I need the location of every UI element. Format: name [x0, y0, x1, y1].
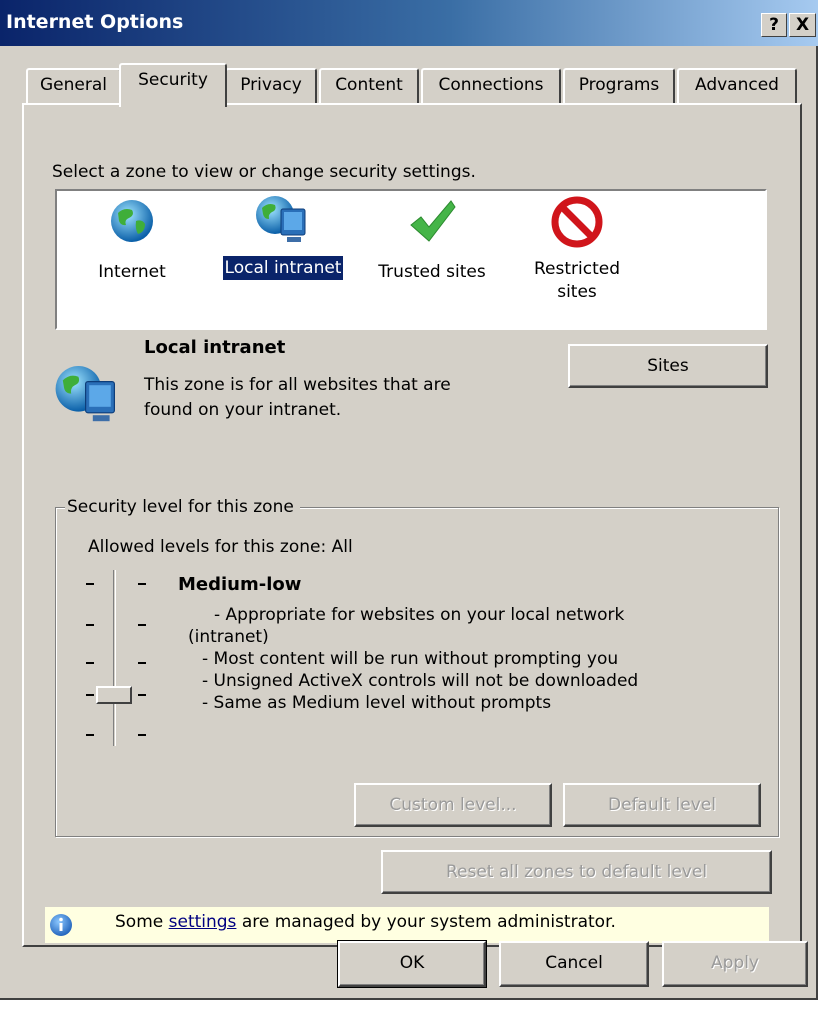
- admin-info-text: Some settings are managed by your system…: [115, 912, 616, 932]
- globe-computer-icon: [256, 196, 306, 242]
- help-button[interactable]: ?: [761, 13, 787, 37]
- slider-tick-left-3: [86, 662, 94, 664]
- reset-all-zones-button[interactable]: Reset all zones to default level: [381, 850, 772, 894]
- slider-tick-right-5: [138, 734, 146, 736]
- sites-button[interactable]: Sites: [568, 344, 768, 388]
- admin-info-text-before: Some: [115, 912, 169, 932]
- slider-tick-right-3: [138, 662, 146, 664]
- level-name: Medium-low: [178, 574, 302, 595]
- slider-tick-left-4: [86, 694, 94, 696]
- tab-advanced[interactable]: Advanced: [677, 68, 797, 104]
- zone-internet[interactable]: Internet: [77, 191, 187, 284]
- level-bullet-1: - Appropriate for websites on your local…: [214, 605, 625, 625]
- level-bullet-4: - Unsigned ActiveX controls will not be …: [202, 671, 639, 691]
- slider-tick-left-5: [86, 734, 94, 736]
- checkmark-icon: [410, 200, 456, 242]
- apply-button[interactable]: Apply: [662, 941, 808, 987]
- slider-tick-right-1: [138, 583, 146, 585]
- title-bar[interactable]: Internet Options ? X: [0, 0, 818, 46]
- zone-description-line2: found on your intranet.: [144, 400, 342, 420]
- slider-track: [113, 570, 116, 746]
- security-level-group-title: Security level for this zone: [65, 497, 300, 517]
- zone-trusted-sites[interactable]: Trusted sites: [367, 191, 497, 284]
- custom-level-button[interactable]: Custom level...: [354, 783, 552, 827]
- level-bullet-5: - Same as Medium level without prompts: [202, 693, 552, 713]
- cancel-button[interactable]: Cancel: [499, 941, 649, 987]
- default-level-button[interactable]: Default level: [563, 783, 761, 827]
- tab-content[interactable]: Content: [319, 68, 419, 104]
- zone-description-line1: This zone is for all websites that are: [144, 375, 451, 395]
- slider-tick-left-1: [86, 583, 94, 585]
- level-description: - Appropriate for websites on your local…: [188, 604, 638, 714]
- zone-description: This zone is for all websites that are f…: [144, 373, 451, 423]
- level-bullet-2: (intranet): [188, 627, 269, 647]
- tab-general[interactable]: General: [26, 68, 121, 104]
- zone-restricted-sites[interactable]: Restricted sites: [517, 191, 637, 304]
- zone-list[interactable]: Internet Local intranet Trusted sites Re…: [55, 189, 767, 330]
- zone-local-intranet-label: Local intranet: [221, 255, 345, 281]
- zone-internet-label: Internet: [98, 262, 166, 282]
- globe-icon: [111, 200, 153, 242]
- security-level-slider[interactable]: [80, 570, 160, 750]
- allowed-levels-text: Allowed levels for this zone: All: [88, 537, 353, 557]
- local-intranet-icon: [55, 366, 115, 422]
- admin-info-bar: Some settings are managed by your system…: [45, 907, 769, 943]
- tab-privacy[interactable]: Privacy: [225, 68, 317, 104]
- zone-restricted-label-line1: Restricted: [533, 259, 620, 279]
- slider-tick-right-2: [138, 624, 146, 626]
- tab-programs[interactable]: Programs: [563, 68, 675, 104]
- admin-info-text-after: are managed by your system administrator…: [236, 912, 616, 932]
- no-entry-icon: [551, 196, 603, 248]
- internet-options-window: Internet Options ? X General Security Pr…: [0, 0, 818, 1000]
- zone-title: Local intranet: [144, 337, 286, 358]
- ok-button[interactable]: OK: [337, 940, 487, 988]
- slider-thumb[interactable]: [96, 686, 132, 704]
- zone-prompt: Select a zone to view or change security…: [52, 162, 476, 182]
- zone-restricted-label-line2: sites: [557, 282, 597, 302]
- tab-connections[interactable]: Connections: [421, 68, 561, 104]
- slider-tick-right-4: [138, 694, 146, 696]
- close-button[interactable]: X: [789, 13, 816, 37]
- info-icon: [50, 914, 72, 936]
- tab-security[interactable]: Security: [119, 63, 227, 107]
- level-bullet-3: - Most content will be run without promp…: [202, 649, 619, 669]
- slider-tick-left-2: [86, 624, 94, 626]
- settings-link[interactable]: settings: [169, 912, 237, 932]
- window-title: Internet Options: [6, 11, 184, 33]
- zone-trusted-sites-label: Trusted sites: [378, 262, 486, 282]
- zone-local-intranet[interactable]: Local intranet: [209, 191, 357, 281]
